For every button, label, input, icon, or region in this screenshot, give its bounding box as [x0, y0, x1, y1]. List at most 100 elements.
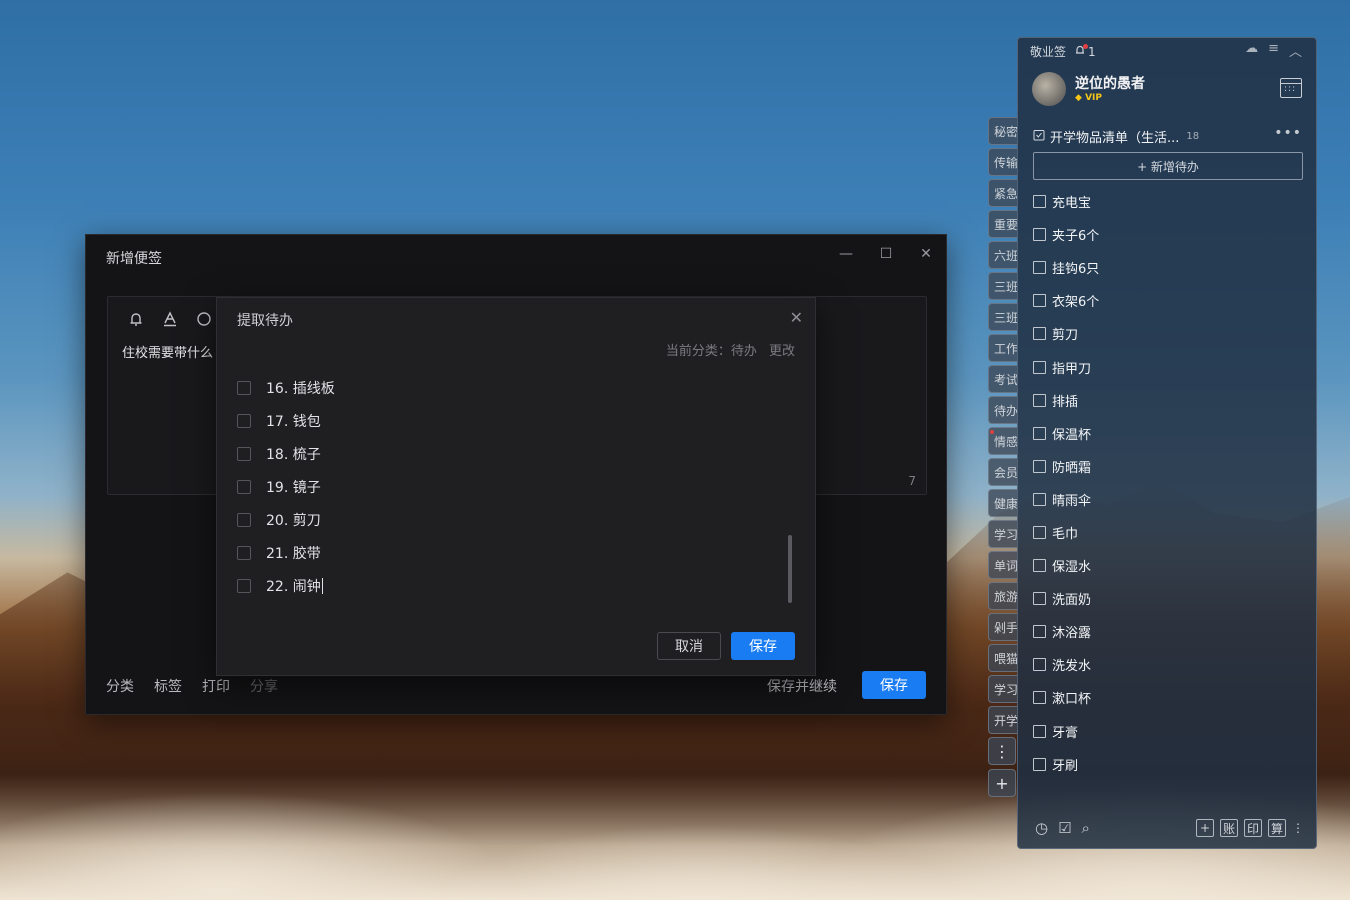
- list-item[interactable]: 沐浴露: [1033, 615, 1099, 648]
- list-item[interactable]: 20. 剪刀: [237, 503, 777, 536]
- cloud-sync-icon[interactable]: ☁: [1245, 41, 1258, 60]
- search-icon[interactable]: ⌕: [1082, 819, 1090, 837]
- list-item[interactable]: 22. 闹钟: [237, 569, 777, 602]
- list-item[interactable]: 21. 胶带: [237, 536, 777, 569]
- list-item[interactable]: 保温杯: [1033, 417, 1099, 450]
- side-tab[interactable]: 学习: [988, 675, 1018, 703]
- list-item[interactable]: 夹子6个: [1033, 218, 1099, 251]
- menu-icon[interactable]: ≡: [1268, 41, 1279, 60]
- side-tab[interactable]: 秘密: [988, 117, 1018, 145]
- circle-icon[interactable]: [196, 311, 212, 331]
- save-button[interactable]: 保存: [862, 671, 926, 699]
- todo-text[interactable]: 22. 闹钟: [266, 576, 321, 596]
- side-tab[interactable]: 情感: [988, 427, 1018, 455]
- print-button[interactable]: 印: [1244, 819, 1262, 837]
- checkbox[interactable]: [1033, 327, 1046, 341]
- list-item[interactable]: 指甲刀: [1033, 350, 1099, 383]
- list-item[interactable]: 充电宝: [1033, 185, 1099, 218]
- ledger-button[interactable]: 账: [1220, 819, 1238, 837]
- dialog-close-icon[interactable]: ✕: [790, 308, 803, 327]
- side-tab[interactable]: 会员: [988, 458, 1018, 486]
- close-button[interactable]: ✕: [916, 246, 936, 262]
- list-item[interactable]: 牙刷: [1033, 748, 1099, 781]
- side-tab[interactable]: 工作: [988, 334, 1018, 362]
- list-item[interactable]: 19. 镜子: [237, 470, 777, 503]
- add-todo-button[interactable]: + 新增待办: [1033, 152, 1303, 180]
- list-item[interactable]: 挂钩6只: [1033, 251, 1099, 284]
- list-item[interactable]: 防晒霜: [1033, 450, 1099, 483]
- side-tab[interactable]: 三班: [988, 303, 1018, 331]
- list-item[interactable]: 保湿水: [1033, 549, 1099, 582]
- list-item[interactable]: 洗发水: [1033, 648, 1099, 681]
- checkbox[interactable]: [237, 545, 251, 560]
- checkbox[interactable]: [1033, 559, 1046, 573]
- side-tab[interactable]: 开学: [988, 706, 1018, 734]
- checkbox[interactable]: [237, 578, 251, 593]
- checkbox[interactable]: [1033, 459, 1046, 473]
- checkbox[interactable]: [1033, 592, 1046, 606]
- side-tab[interactable]: 单词: [988, 551, 1018, 579]
- dialog-scrollbar[interactable]: [788, 535, 792, 603]
- side-tab[interactable]: 考试: [988, 365, 1018, 393]
- list-title[interactable]: 开学物品清单（生活...: [1050, 127, 1179, 146]
- side-tab[interactable]: 三班: [988, 272, 1018, 300]
- list-item[interactable]: 毛巾: [1033, 516, 1099, 549]
- list-item[interactable]: 剪刀: [1033, 317, 1099, 350]
- more-categories-button[interactable]: ⋮: [988, 737, 1016, 765]
- calendar-icon[interactable]: [1280, 78, 1302, 98]
- calculator-button[interactable]: 算: [1268, 819, 1286, 837]
- checkbox[interactable]: [1033, 360, 1046, 374]
- list-item[interactable]: 晴雨伞: [1033, 483, 1099, 516]
- save-and-continue-button[interactable]: 保存并继续: [767, 676, 837, 696]
- checkbox[interactable]: [1033, 426, 1046, 440]
- reminder-bell-icon[interactable]: [128, 311, 144, 331]
- list-item[interactable]: 排插: [1033, 384, 1099, 417]
- side-tab[interactable]: 待办: [988, 396, 1018, 424]
- tag-link[interactable]: 标签: [154, 676, 182, 696]
- note-content[interactable]: 住校需要带什么: [122, 342, 213, 361]
- collapse-icon[interactable]: ︿: [1289, 41, 1302, 60]
- list-item[interactable]: 漱口杯: [1033, 681, 1099, 714]
- category-link[interactable]: 分类: [106, 676, 134, 696]
- checkbox[interactable]: [1033, 525, 1046, 539]
- list-item[interactable]: 洗面奶: [1033, 582, 1099, 615]
- checkbox[interactable]: [1033, 294, 1046, 308]
- side-tab[interactable]: 学习: [988, 520, 1018, 548]
- checkbox[interactable]: [1033, 724, 1046, 738]
- checkbox[interactable]: [237, 479, 251, 494]
- checkbox[interactable]: [1033, 261, 1046, 275]
- minimize-button[interactable]: —: [836, 246, 856, 262]
- side-tab[interactable]: 旅游: [988, 582, 1018, 610]
- list-more-icon[interactable]: •••: [1274, 125, 1302, 141]
- notification-bell-icon[interactable]: [1074, 44, 1089, 59]
- change-category-link[interactable]: 更改: [769, 344, 795, 359]
- checkbox[interactable]: [237, 446, 251, 461]
- checkbox[interactable]: [237, 413, 251, 428]
- checkbox[interactable]: [1033, 625, 1046, 639]
- side-tab[interactable]: 重要: [988, 210, 1018, 238]
- cancel-button[interactable]: 取消: [657, 632, 721, 660]
- maximize-button[interactable]: ☐: [876, 246, 896, 262]
- checkbox[interactable]: [1033, 658, 1046, 672]
- checkbox[interactable]: [1033, 393, 1046, 407]
- print-link[interactable]: 打印: [202, 676, 230, 696]
- avatar[interactable]: [1032, 72, 1066, 106]
- dialog-save-button[interactable]: 保存: [731, 632, 795, 660]
- side-tab[interactable]: 剁手: [988, 613, 1018, 641]
- checked-todo-icon[interactable]: ☑: [1058, 819, 1071, 837]
- checkbox[interactable]: [237, 512, 251, 527]
- side-tab[interactable]: 喂猫: [988, 644, 1018, 672]
- font-style-icon[interactable]: [162, 311, 178, 331]
- list-item[interactable]: 衣架6个: [1033, 284, 1099, 317]
- add-icon[interactable]: +: [1196, 819, 1214, 837]
- list-item[interactable]: 17. 钱包: [237, 404, 777, 437]
- more-icon[interactable]: ⋮: [1292, 821, 1304, 835]
- side-tab[interactable]: 健康: [988, 489, 1018, 517]
- checkbox[interactable]: [1033, 691, 1046, 705]
- share-link[interactable]: 分享: [250, 676, 278, 696]
- checkbox[interactable]: [1033, 195, 1046, 209]
- add-category-button[interactable]: +: [988, 769, 1016, 797]
- list-item[interactable]: 牙膏: [1033, 715, 1099, 748]
- checkbox[interactable]: [237, 380, 251, 395]
- side-tab[interactable]: 紧急: [988, 179, 1018, 207]
